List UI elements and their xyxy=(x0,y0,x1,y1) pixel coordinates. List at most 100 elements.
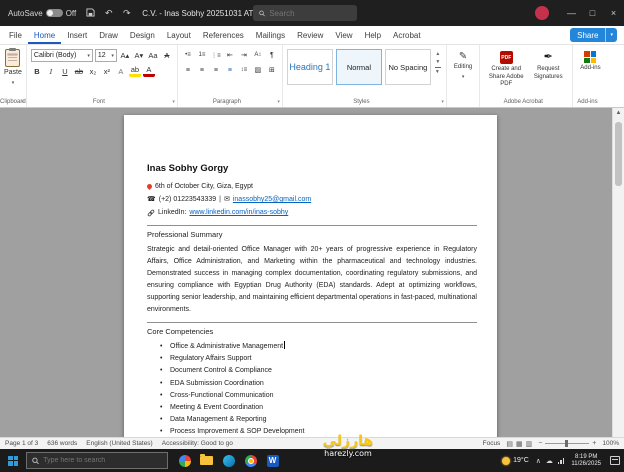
taskbar-search-input[interactable] xyxy=(43,457,162,464)
bullet-list-button[interactable]: •≡ xyxy=(182,49,194,61)
subscript-button[interactable]: x₂ xyxy=(87,65,99,77)
share-dropdown-icon[interactable]: ▾ xyxy=(605,28,617,42)
scroll-up-icon[interactable]: ▲ xyxy=(613,108,624,116)
linkedin-link[interactable]: www.linkedin.com/in/inas-sobhy xyxy=(189,206,288,219)
clear-formatting-icon[interactable]: A xyxy=(161,50,173,62)
multilevel-list-icon[interactable]: ⋮≡ xyxy=(210,49,222,61)
underline-button[interactable]: U xyxy=(59,65,71,77)
file-explorer-icon[interactable] xyxy=(200,454,213,467)
editing-button[interactable]: ✎ Editing ▾ xyxy=(451,49,475,82)
tab-acrobat[interactable]: Acrobat xyxy=(387,28,427,44)
scrollbar-thumb[interactable] xyxy=(615,122,622,186)
undo-icon[interactable]: ↶ xyxy=(103,8,114,19)
strikethrough-button[interactable]: ab xyxy=(73,65,85,77)
accessibility-status[interactable]: Accessibility: Good to go xyxy=(162,440,233,447)
align-right-icon[interactable]: ≡ xyxy=(210,64,222,76)
font-name-dropdown-icon[interactable]: ▾ xyxy=(87,53,90,59)
tab-insert[interactable]: Insert xyxy=(61,28,93,44)
styles-more-icon[interactable]: ▼ xyxy=(434,67,441,75)
shrink-font-icon[interactable]: A▾ xyxy=(133,50,145,62)
ribbon-search-box[interactable] xyxy=(253,5,357,21)
close-button[interactable]: × xyxy=(603,0,624,26)
superscript-button[interactable]: x² xyxy=(101,65,113,77)
word-count[interactable]: 636 words xyxy=(47,440,77,447)
tab-design[interactable]: Design xyxy=(124,28,161,44)
network-icon[interactable] xyxy=(557,457,565,464)
request-signatures-button[interactable]: ✒ Request Signatures xyxy=(528,49,568,91)
italic-button[interactable]: I xyxy=(45,65,57,77)
start-button[interactable] xyxy=(0,449,26,472)
tab-view[interactable]: View xyxy=(329,28,358,44)
justify-icon[interactable]: ≡ xyxy=(224,64,236,76)
zoom-in-icon[interactable]: + xyxy=(592,440,596,447)
create-pdf-button[interactable]: PDF Create and Share Adobe PDF xyxy=(484,49,528,91)
zoom-level[interactable]: 100% xyxy=(602,440,619,447)
font-dialog-launcher-icon[interactable]: ▾ xyxy=(172,99,175,105)
vertical-scrollbar[interactable]: ▲ xyxy=(612,108,624,437)
autosave-toggle[interactable]: AutoSave Off xyxy=(8,9,76,18)
paragraph-dialog-launcher-icon[interactable]: ▾ xyxy=(277,99,280,105)
paste-dropdown-icon[interactable]: ▾ xyxy=(12,80,15,86)
share-button[interactable]: Share ▾ xyxy=(570,28,617,42)
user-avatar[interactable] xyxy=(535,6,549,20)
style-normal[interactable]: Normal xyxy=(335,49,382,85)
search-highlights-icon[interactable] xyxy=(178,454,191,467)
highlight-color-button[interactable]: ab xyxy=(128,65,141,77)
editing-dropdown-icon[interactable]: ▾ xyxy=(462,74,465,80)
tab-references[interactable]: References xyxy=(197,28,250,44)
weather-widget[interactable]: 19°C xyxy=(502,456,529,465)
document-page[interactable]: Inas Sobhy Gorgy 6th of October City, Gi… xyxy=(124,115,497,437)
styles-dialog-launcher-icon[interactable]: ▾ xyxy=(441,99,444,105)
font-color-button[interactable]: A xyxy=(142,65,155,77)
focus-mode-button[interactable]: Focus xyxy=(483,440,501,447)
tab-file[interactable]: File xyxy=(3,28,28,44)
align-center-icon[interactable]: ≡ xyxy=(196,64,208,76)
chrome-browser-icon[interactable] xyxy=(244,454,257,467)
clipboard-dialog-launcher-icon[interactable]: ▾ xyxy=(21,99,24,105)
language-indicator[interactable]: English (United States) xyxy=(86,440,152,447)
line-spacing-icon[interactable]: ↕≡ xyxy=(238,64,250,76)
document-canvas[interactable]: Inas Sobhy Gorgy 6th of October City, Gi… xyxy=(0,108,624,437)
web-layout-icon[interactable]: ▥ xyxy=(526,440,533,448)
increase-indent-icon[interactable]: ⇥ xyxy=(238,49,250,61)
word-app-icon[interactable]: W xyxy=(266,454,279,467)
borders-icon[interactable]: ⊞ xyxy=(266,64,278,76)
autosave-switch[interactable] xyxy=(45,9,63,17)
numbered-list-icon[interactable]: 1≡ xyxy=(196,49,208,61)
print-layout-icon[interactable]: ▦ xyxy=(516,440,523,448)
change-case-icon[interactable]: Aa xyxy=(147,50,159,62)
zoom-out-icon[interactable]: − xyxy=(538,440,542,447)
tab-mailings[interactable]: Mailings xyxy=(250,28,291,44)
tab-home[interactable]: Home xyxy=(27,28,62,44)
page-indicator[interactable]: Page 1 of 3 xyxy=(5,440,38,447)
search-input[interactable] xyxy=(269,8,351,18)
edge-browser-icon[interactable] xyxy=(222,454,235,467)
show-formatting-icon[interactable]: ¶ xyxy=(266,49,278,61)
tab-review[interactable]: Review xyxy=(291,28,329,44)
shading-icon[interactable]: ▨ xyxy=(252,64,264,76)
align-left-icon[interactable]: ≡ xyxy=(182,64,194,76)
font-size-dropdown-icon[interactable]: ▾ xyxy=(111,53,114,59)
action-center-icon[interactable] xyxy=(610,456,620,465)
tab-help[interactable]: Help xyxy=(359,28,387,44)
style-heading1[interactable]: Heading 1 xyxy=(286,49,333,85)
text-effects-icon[interactable]: A xyxy=(115,65,127,77)
minimize-button[interactable]: — xyxy=(561,0,582,26)
email-link[interactable]: inassobhy25@gmail.com xyxy=(233,193,311,206)
taskbar-search-box[interactable] xyxy=(26,452,168,469)
tab-draw[interactable]: Draw xyxy=(93,28,124,44)
styles-scroll-down-icon[interactable]: ▼ xyxy=(435,59,440,65)
taskbar-clock[interactable]: 8:19 PM 11/26/2025 xyxy=(571,454,601,468)
sort-icon[interactable]: A↕ xyxy=(252,49,264,61)
style-nospacing[interactable]: No Spacing xyxy=(384,49,431,85)
paste-button[interactable]: Paste ▾ xyxy=(4,48,22,86)
save-icon[interactable] xyxy=(85,7,96,19)
maximize-button[interactable]: □ xyxy=(582,0,603,26)
font-name-combo[interactable]: Calibri (Body) ▾ xyxy=(30,49,93,62)
tab-layout[interactable]: Layout xyxy=(161,28,197,44)
bold-button[interactable]: B xyxy=(31,65,43,77)
decrease-indent-icon[interactable]: ⇤ xyxy=(224,49,236,61)
read-mode-icon[interactable]: ▤ xyxy=(506,440,513,448)
hidden-icons-chevron-icon[interactable]: ∧ xyxy=(536,457,541,465)
zoom-slider[interactable] xyxy=(545,440,590,447)
